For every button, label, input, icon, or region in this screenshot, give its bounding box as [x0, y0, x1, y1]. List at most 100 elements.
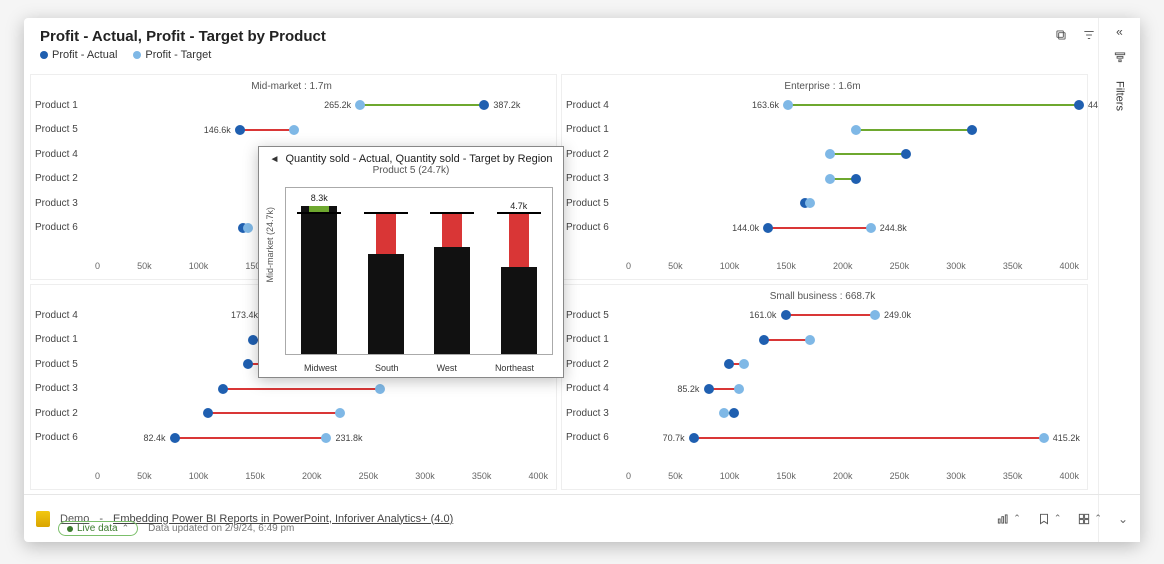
tooltip-x-tick: West — [437, 363, 457, 373]
actual-dot[interactable] — [759, 335, 769, 345]
target-dot[interactable] — [870, 310, 880, 320]
chart-row[interactable]: Product 2 — [31, 401, 548, 426]
actual-dot[interactable] — [248, 335, 258, 345]
chart-row[interactable]: Product 3 — [31, 377, 548, 402]
panel-small-business[interactable]: Small business : 668.7k Product 5161.0k2… — [561, 284, 1088, 490]
tooltip-bar[interactable] — [364, 188, 408, 354]
x-tick: 0 — [95, 471, 100, 487]
actual-dot[interactable] — [1074, 100, 1084, 110]
legend-actual-dot — [40, 51, 48, 59]
target-dot[interactable] — [1039, 433, 1049, 443]
actual-dot[interactable] — [763, 223, 773, 233]
actual-dot[interactable] — [724, 359, 734, 369]
row-label: Product 3 — [31, 383, 91, 394]
chart-row[interactable]: Product 5146.6k — [31, 118, 548, 143]
filters-rail-icon[interactable] — [1113, 50, 1127, 67]
chart-row[interactable]: Product 2 — [562, 352, 1079, 377]
x-tick: 350k — [1003, 471, 1023, 487]
chart-row[interactable]: Product 3 — [562, 401, 1079, 426]
chart-row[interactable]: Product 4449.9k163.6k — [562, 93, 1079, 118]
legend-target-dot — [133, 51, 141, 59]
actual-dot[interactable] — [170, 433, 180, 443]
chart-view-button[interactable]: ⌃ — [996, 512, 1021, 526]
row-label: Product 6 — [31, 432, 91, 443]
filters-rail[interactable]: » Filters — [1098, 18, 1140, 542]
x-tick: 200k — [833, 471, 853, 487]
tooltip-bar[interactable]: 8.3k — [297, 188, 341, 354]
collapse-rail-icon[interactable]: » — [1116, 26, 1123, 40]
x-tick: 0 — [95, 261, 100, 277]
actual-dot[interactable] — [781, 310, 791, 320]
actual-dot[interactable] — [235, 125, 245, 135]
target-dot[interactable] — [825, 149, 835, 159]
x-tick: 100k — [189, 471, 209, 487]
expand-button[interactable]: ⌄ — [1118, 512, 1128, 526]
panel-enterprise[interactable]: Enterprise : 1.6m Product 4449.9k163.6kP… — [561, 74, 1088, 280]
chart-row[interactable]: Product 2 — [562, 142, 1079, 167]
target-dot[interactable] — [734, 384, 744, 394]
layout-button[interactable]: ⌃ — [1077, 512, 1102, 526]
target-dot[interactable] — [335, 408, 345, 418]
chart-row[interactable]: Product 1387.2k265.2k — [31, 93, 548, 118]
x-tick: 300k — [946, 471, 966, 487]
bookmark-button[interactable]: ⌃ — [1037, 512, 1062, 526]
copy-icon[interactable] — [1054, 28, 1068, 45]
target-dot[interactable] — [805, 198, 815, 208]
actual-dot[interactable] — [704, 384, 714, 394]
chart-row[interactable]: Product 682.4k231.8k — [31, 426, 548, 451]
target-dot[interactable] — [866, 223, 876, 233]
target-dot[interactable] — [321, 433, 331, 443]
actual-value-label: 161.0k — [749, 310, 776, 320]
chart-row[interactable]: Product 5 — [562, 191, 1079, 216]
actual-dot[interactable] — [479, 100, 489, 110]
row-plot: 85.2k — [622, 377, 1079, 402]
actual-dot[interactable] — [689, 433, 699, 443]
x-tick: 200k — [833, 261, 853, 277]
target-value-label: 249.0k — [884, 310, 911, 320]
tooltip-bar[interactable]: 4.7k — [497, 188, 541, 354]
x-tick: 400k — [528, 471, 548, 487]
chart-row[interactable]: Product 6144.0k244.8k — [562, 216, 1079, 241]
actual-dot[interactable] — [729, 408, 739, 418]
footer-updated-text: Data updated on 2/9/24, 6:49 pm — [148, 523, 294, 534]
actual-value-label: 144.0k — [732, 223, 759, 233]
actual-dot[interactable] — [243, 359, 253, 369]
actual-value-label: 70.7k — [663, 433, 685, 443]
row-plot: 161.0k 249.0k — [622, 303, 1079, 328]
chart-row[interactable]: Product 1 — [562, 118, 1079, 143]
target-dot[interactable] — [825, 174, 835, 184]
target-dot[interactable] — [243, 223, 253, 233]
tooltip-bar[interactable] — [430, 188, 474, 354]
row-plot: 144.0k244.8k — [622, 216, 1079, 241]
target-dot[interactable] — [289, 125, 299, 135]
target-dot[interactable] — [375, 384, 385, 394]
chart-row[interactable]: Product 3 — [562, 167, 1079, 192]
row-label: Product 5 — [562, 310, 622, 321]
tooltip-back-arrow[interactable]: ◄ — [270, 154, 280, 165]
x-tick: 0 — [626, 261, 631, 277]
x-tick: 50k — [137, 261, 152, 277]
x-tick: 150k — [776, 261, 796, 277]
tooltip-x-tick: South — [375, 363, 399, 373]
actual-dot[interactable] — [967, 125, 977, 135]
chart-row[interactable]: Product 1 — [562, 328, 1079, 353]
target-dot[interactable] — [739, 359, 749, 369]
filter-icon[interactable] — [1082, 28, 1096, 45]
target-dot[interactable] — [783, 100, 793, 110]
target-dot[interactable] — [851, 125, 861, 135]
chart-row[interactable]: Product 485.2k — [562, 377, 1079, 402]
actual-dot[interactable] — [851, 174, 861, 184]
target-dot[interactable] — [355, 100, 365, 110]
actual-dot[interactable] — [901, 149, 911, 159]
chart-row[interactable]: Product 670.7k415.2k — [562, 426, 1079, 451]
row-label: Product 1 — [562, 334, 622, 345]
target-dot[interactable] — [719, 408, 729, 418]
row-label: Product 4 — [31, 149, 91, 160]
target-dot[interactable] — [805, 335, 815, 345]
actual-dot[interactable] — [203, 408, 213, 418]
chart-row[interactable]: Product 5 161.0k 249.0k — [562, 303, 1079, 328]
live-data-pill[interactable]: Live data ⌃ — [58, 521, 138, 536]
legend-target: Profit - Target — [133, 49, 211, 61]
tooltip-yaxis-label: Mid-market (24.7k) — [265, 207, 275, 283]
actual-dot[interactable] — [218, 384, 228, 394]
